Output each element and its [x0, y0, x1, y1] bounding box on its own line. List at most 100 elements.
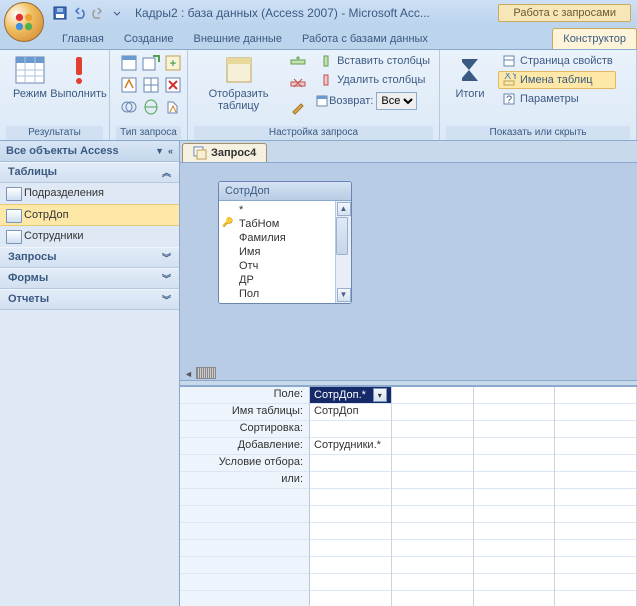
scroll-up-icon[interactable]: ▲ [337, 202, 351, 216]
show-table-label: Отобразить таблицу [198, 88, 279, 112]
qat-dropdown-icon[interactable] [109, 5, 125, 21]
cell-append-0[interactable]: Сотрудники.* [310, 438, 391, 455]
field-star[interactable]: * [219, 203, 335, 217]
tab-home[interactable]: Главная [52, 29, 114, 49]
doc-tab-query4[interactable]: Запрос4 [182, 143, 267, 162]
data-def-query-icon[interactable] [162, 96, 184, 118]
field-tabnom[interactable]: ТабНом [219, 217, 335, 231]
append-query-icon[interactable]: + [162, 52, 184, 74]
nav-item-departments[interactable]: Подразделения [0, 183, 179, 204]
query-design-upper[interactable]: СотрДоп * ТабНом Фамилия Имя Отч ДР Пол … [180, 163, 637, 380]
save-icon[interactable] [52, 5, 68, 21]
property-sheet-icon [501, 53, 517, 69]
field-dr[interactable]: ДР [219, 273, 335, 287]
chevron-down-icon: ︾ [162, 251, 171, 264]
nav-section-queries[interactable]: Запросы︾ [0, 247, 179, 268]
crosstab-query-icon[interactable] [140, 74, 162, 96]
delete-columns-button[interactable]: Удалить столбцы [315, 71, 433, 89]
document-tabs: Запрос4 [180, 141, 637, 163]
totals-button[interactable]: Итоги [446, 52, 494, 102]
tab-dbtools[interactable]: Работа с базами данных [292, 29, 438, 49]
table-names-button[interactable]: XYZИмена таблиц [498, 71, 616, 89]
label-criteria: Условие отбора: [180, 455, 309, 472]
parameters-icon: ? [501, 91, 517, 107]
show-table-button[interactable]: Отобразить таблицу [194, 52, 283, 114]
cell-sort-0[interactable] [310, 421, 391, 438]
property-sheet-button[interactable]: Страница свойств [498, 52, 616, 70]
delete-query-icon[interactable] [162, 74, 184, 96]
cell-or-0[interactable] [310, 472, 391, 489]
table-box-title[interactable]: СотрДоп [219, 182, 351, 201]
delete-cols-icon [318, 72, 334, 88]
scroll-down-icon[interactable]: ▼ [337, 288, 351, 302]
office-button[interactable] [4, 2, 44, 42]
pane-splitter[interactable] [180, 380, 637, 386]
returns-icon [315, 94, 329, 108]
field-pol[interactable]: Пол [219, 287, 335, 301]
label-table: Имя таблицы: [180, 404, 309, 421]
passthrough-query-icon[interactable] [140, 96, 162, 118]
builder-icon[interactable] [287, 96, 309, 118]
chevron-up-icon: ︽ [162, 166, 171, 179]
grid-column-2[interactable] [474, 387, 556, 606]
grid-row-labels: Поле: Имя таблицы: Сортировка: Добавлени… [180, 387, 310, 606]
make-table-icon[interactable] [140, 52, 162, 74]
view-button[interactable]: Режим [6, 52, 54, 102]
scroll-thumb[interactable] [336, 217, 348, 255]
cell-criteria-0[interactable] [310, 455, 391, 472]
view-label: Режим [13, 88, 47, 100]
grid-column-0[interactable]: СотрДоп.*▾ СотрДоп Сотрудники.* [310, 387, 392, 606]
field-otch[interactable]: Отч [219, 259, 335, 273]
union-query-icon[interactable] [118, 96, 140, 118]
nav-collapse-icon[interactable]: « [168, 146, 173, 156]
returns-control[interactable]: Возврат: Все [315, 92, 433, 110]
insert-rows-icon[interactable] [287, 52, 309, 74]
ribbon-tabs: Главная Создание Внешние данные Работа с… [0, 25, 637, 49]
field-list-scrollbar[interactable]: ▲ ▼ [335, 201, 351, 303]
office-logo-icon [13, 11, 35, 33]
nav-header[interactable]: Все объекты Access ▼« [0, 141, 179, 162]
dropdown-icon[interactable]: ▾ [373, 388, 387, 402]
grid-column-3[interactable] [555, 387, 637, 606]
grid-column-1[interactable] [392, 387, 474, 606]
returns-select[interactable]: Все [376, 92, 417, 110]
chevron-down-icon: ︾ [162, 293, 171, 306]
field-familia[interactable]: Фамилия [219, 231, 335, 245]
window-title: Кадры2 : база данных (Access 2007) - Mic… [135, 6, 430, 20]
table-field-list[interactable]: СотрДоп * ТабНом Фамилия Имя Отч ДР Пол … [218, 181, 352, 304]
parameters-button[interactable]: ?Параметры [498, 90, 616, 108]
group-results-label: Результаты [6, 126, 103, 140]
run-button[interactable]: Выполнить [54, 52, 103, 102]
select-query-icon[interactable] [118, 52, 140, 74]
undo-icon[interactable] [71, 5, 87, 21]
insert-columns-button[interactable]: Вставить столбцы [315, 52, 433, 70]
title-bar: Кадры2 : база данных (Access 2007) - Mic… [0, 0, 637, 25]
run-label: Выполнить [50, 88, 106, 100]
splitter-handle-icon[interactable] [196, 367, 216, 379]
nav-item-employees[interactable]: Сотрудники [0, 226, 179, 247]
tab-create[interactable]: Создание [114, 29, 184, 49]
nav-section-forms[interactable]: Формы︾ [0, 268, 179, 289]
group-querytype-label: Тип запроса [116, 126, 181, 140]
label-sort: Сортировка: [180, 421, 309, 438]
label-field: Поле: [180, 387, 309, 404]
nav-item-sotrdop[interactable]: СотрДоп [0, 204, 179, 226]
update-query-icon[interactable] [118, 74, 140, 96]
show-table-icon [223, 54, 255, 86]
cell-table-0[interactable]: СотрДоп [310, 404, 391, 421]
redo-icon[interactable] [90, 5, 106, 21]
ribbon: Режим Выполнить Результаты + [0, 49, 637, 141]
field-imya[interactable]: Имя [219, 245, 335, 259]
delete-rows-icon[interactable] [287, 74, 309, 96]
tab-external[interactable]: Внешние данные [184, 29, 292, 49]
cell-field-0[interactable]: СотрДоп.*▾ [310, 387, 391, 404]
label-append: Добавление: [180, 438, 309, 455]
nav-section-reports[interactable]: Отчеты︾ [0, 289, 179, 310]
chevron-down-icon: ︾ [162, 272, 171, 285]
totals-label: Итоги [455, 88, 484, 100]
group-showhide-label: Показать или скрыть [446, 126, 630, 140]
sigma-icon [454, 54, 486, 86]
nav-dropdown-icon[interactable]: ▼ [155, 146, 164, 156]
nav-section-tables[interactable]: Таблицы︽ [0, 162, 179, 183]
tab-design[interactable]: Конструктор [552, 28, 637, 49]
